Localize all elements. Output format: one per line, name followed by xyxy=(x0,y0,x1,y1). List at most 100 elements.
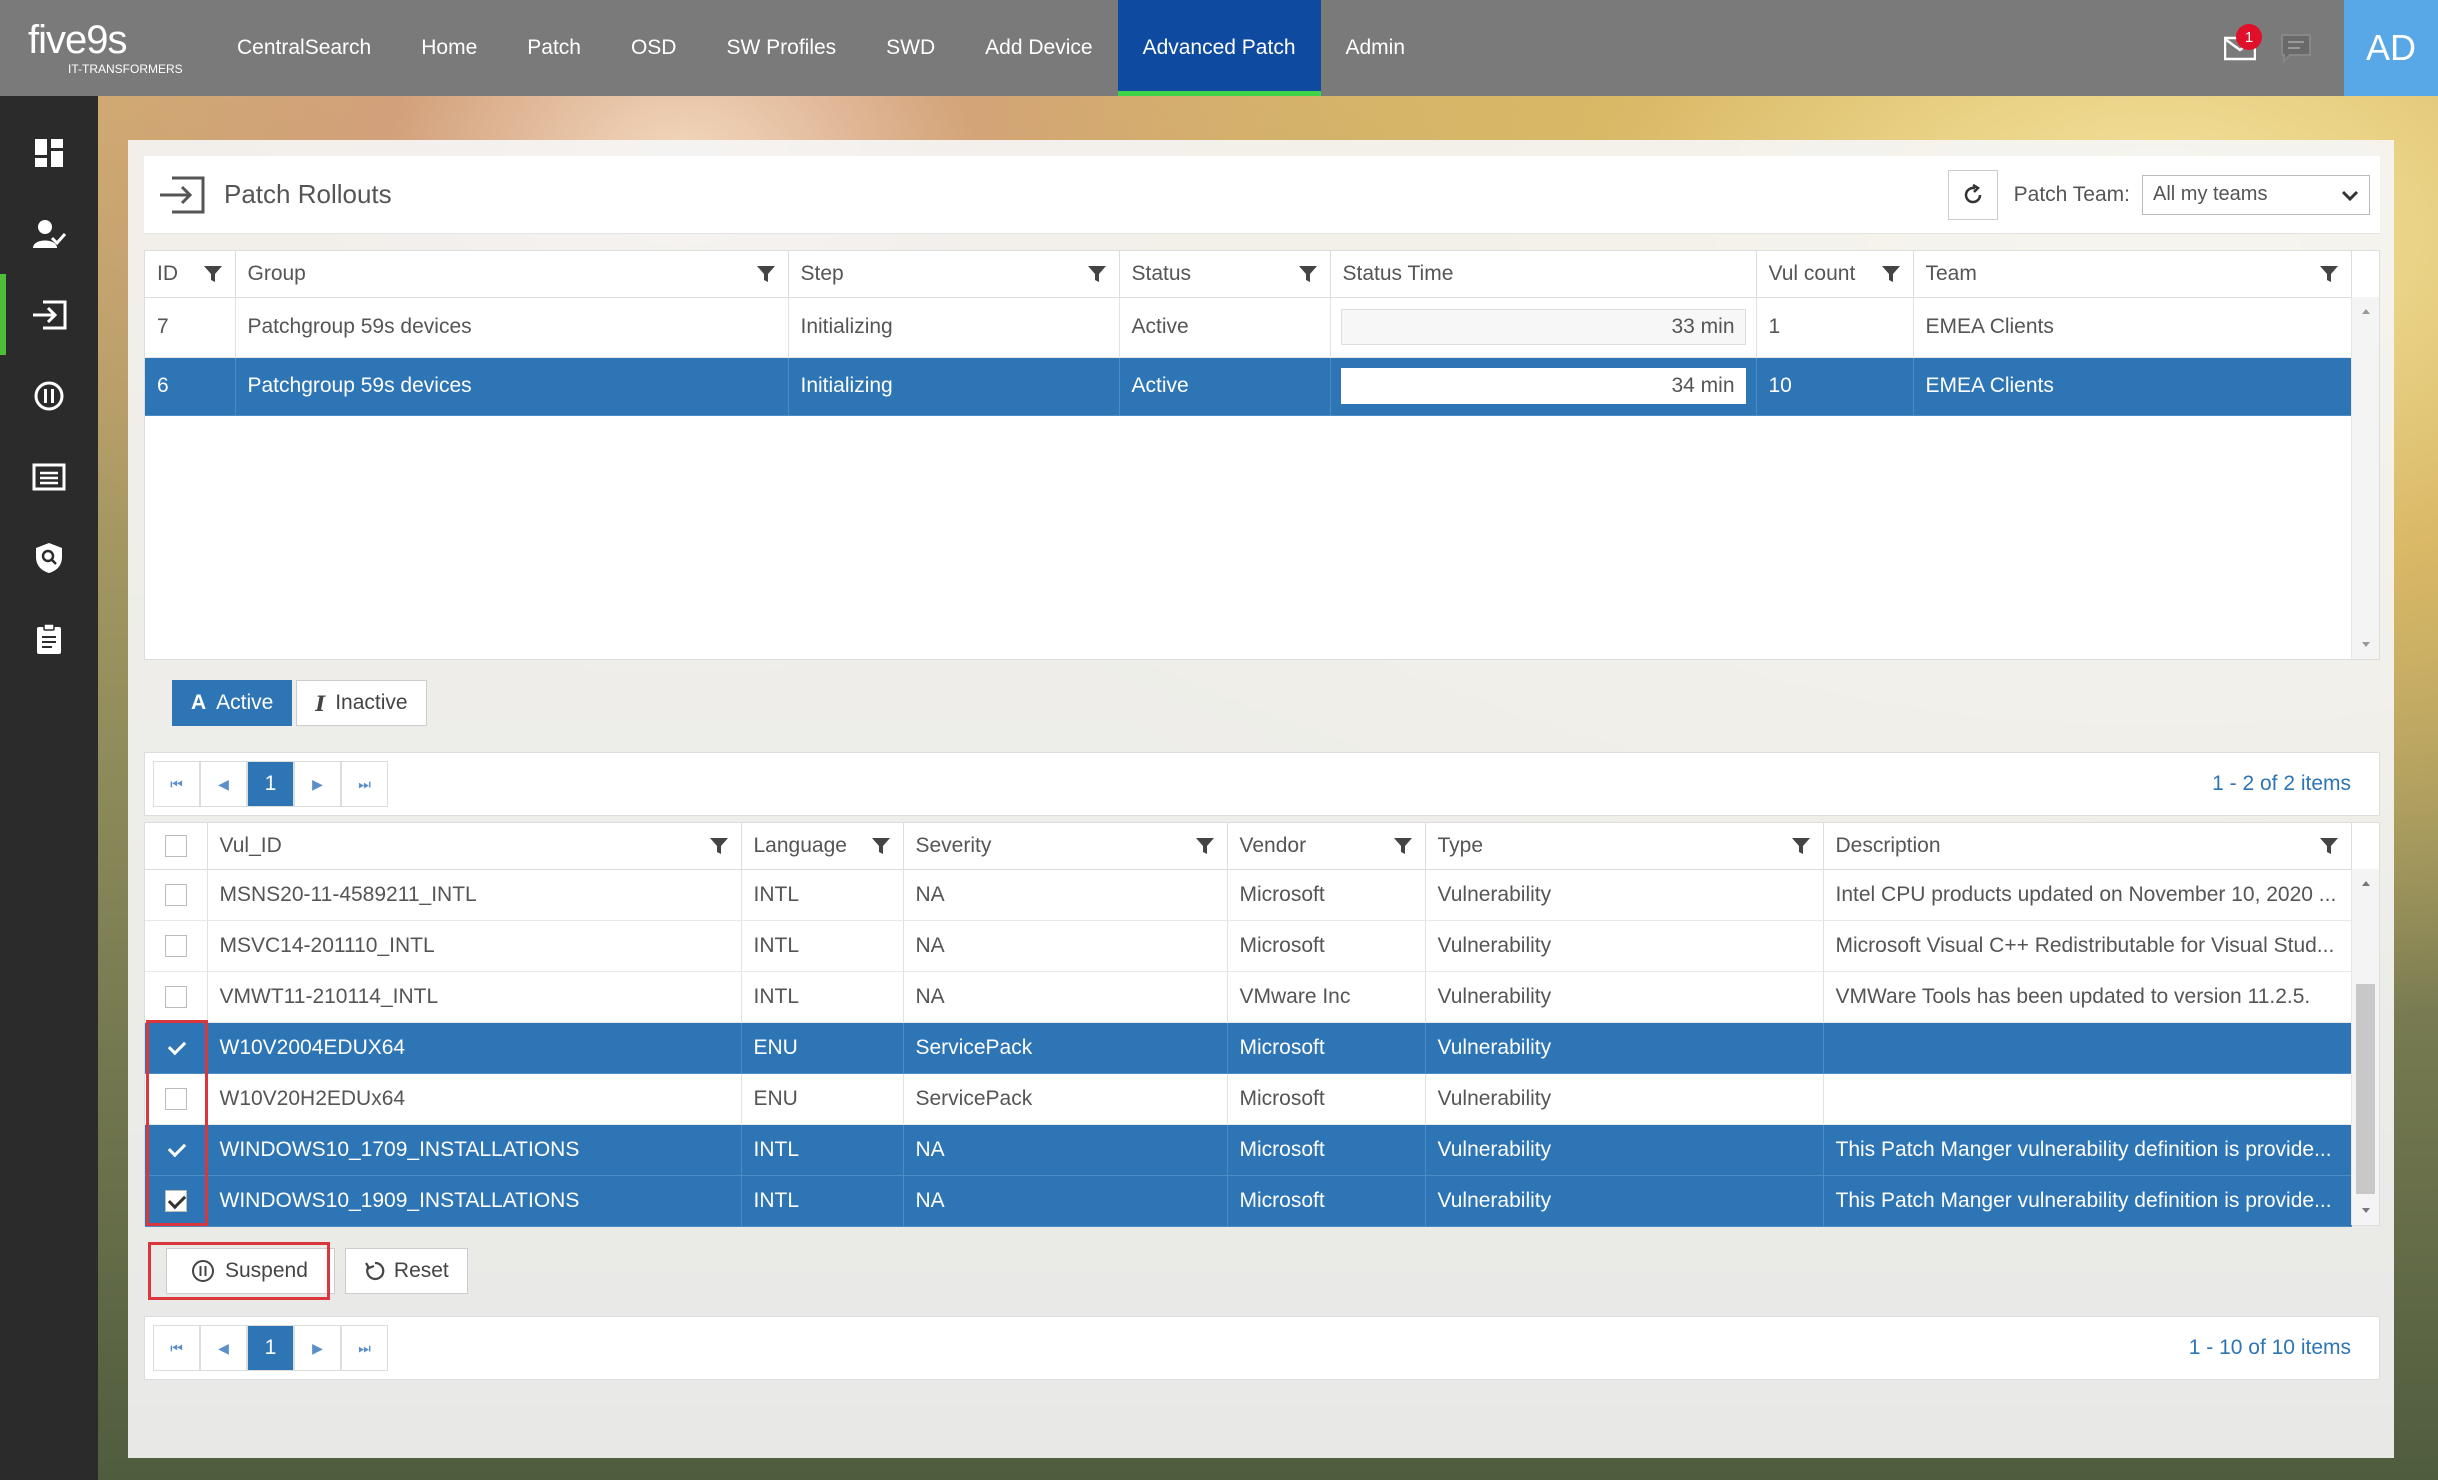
nav-swd[interactable]: SWD xyxy=(861,0,960,96)
cell-group: Patchgroup 59s devices xyxy=(235,297,789,358)
column-header[interactable]: Status xyxy=(1119,251,1331,298)
rollouts-scrollbar[interactable] xyxy=(2351,297,2379,659)
column-header[interactable]: Team xyxy=(1913,251,2352,298)
filter-icon[interactable] xyxy=(2319,264,2339,284)
cell-select[interactable] xyxy=(145,971,208,1023)
cell-id: 6 xyxy=(145,357,236,416)
sidebar-item-dashboard[interactable] xyxy=(0,112,98,193)
select-all-checkbox[interactable] xyxy=(164,834,187,857)
next-page-button[interactable]: ▶ xyxy=(294,761,341,807)
avatar[interactable]: AD xyxy=(2344,0,2438,96)
column-header[interactable]: Step xyxy=(788,251,1120,298)
filter-icon[interactable] xyxy=(1881,264,1901,284)
column-header[interactable]: Type xyxy=(1425,823,1824,870)
filter-icon[interactable] xyxy=(1393,836,1413,856)
rollout-row[interactable]: 6 Patchgroup 59s devices Initializing Activ… xyxy=(145,357,2352,416)
pager-info: 1 - 10 of 10 items xyxy=(2188,1336,2351,1359)
cell-step: Initializing xyxy=(788,357,1120,416)
vulnerabilities-scrollbar[interactable] xyxy=(2351,869,2379,1225)
patch-team-select[interactable]: All my teams xyxy=(2142,174,2370,215)
cell-language: INTL xyxy=(741,971,904,1023)
filter-icon[interactable] xyxy=(1791,836,1811,856)
nav-add-device[interactable]: Add Device xyxy=(960,0,1117,96)
sidebar-item-security[interactable] xyxy=(0,517,98,598)
filter-icon[interactable] xyxy=(1298,264,1318,284)
nav-centralsearch[interactable]: CentralSearch xyxy=(212,0,396,96)
sidebar-item-list[interactable] xyxy=(0,436,98,517)
column-header[interactable]: ID xyxy=(145,251,236,298)
logo[interactable]: five9s IT-TRANSFORMERS xyxy=(0,0,200,96)
vulnerability-row[interactable]: WINDOWS10_1909_INSTALLATIONS INTL NA Micros… xyxy=(145,1175,2352,1227)
scroll-down-icon xyxy=(2362,1208,2370,1213)
rollout-title-icon xyxy=(160,176,205,213)
filter-icon[interactable] xyxy=(709,836,729,856)
column-header[interactable]: Group xyxy=(235,251,789,298)
mail-button[interactable]: 1 xyxy=(2212,0,2268,96)
reset-button[interactable]: Reset xyxy=(344,1248,468,1294)
cell-vendor: Microsoft xyxy=(1227,920,1426,972)
cell-language: INTL xyxy=(741,920,904,972)
first-page-button[interactable]: ⏮ xyxy=(153,1325,200,1371)
vulnerability-row[interactable]: W10V2004EDUX64 ENU ServicePack Microsoft Vul… xyxy=(145,1022,2352,1074)
column-header[interactable]: Vul count xyxy=(1756,251,1914,298)
refresh-button[interactable] xyxy=(1947,169,1998,220)
filter-icon[interactable] xyxy=(203,264,223,284)
prev-page-button[interactable]: ◀ xyxy=(200,1325,247,1371)
filter-icon[interactable] xyxy=(756,264,776,284)
scroll-thumb[interactable] xyxy=(2356,984,2375,1194)
cell-language: ENU xyxy=(741,1073,904,1125)
active-toggle-icon: A xyxy=(191,691,207,714)
chat-button[interactable] xyxy=(2268,0,2324,96)
vulnerability-row[interactable]: VMWT11-210114_INTL INTL NA VMware Inc Vulner… xyxy=(145,971,2352,1023)
suspend-highlight-box xyxy=(148,1242,330,1300)
row-checkbox[interactable] xyxy=(164,985,187,1008)
vulnerability-row[interactable]: MSNS20-11-4589211_INTL INTL NA Microsoft Vul… xyxy=(145,869,2352,921)
cell-type: Vulnerability xyxy=(1425,1073,1824,1125)
sidebar-item-users[interactable] xyxy=(0,193,98,274)
column-header[interactable]: Status Time xyxy=(1330,251,1757,298)
last-page-button[interactable]: ⏭ xyxy=(341,761,388,807)
select-all-header[interactable] xyxy=(145,823,208,870)
cell-select[interactable] xyxy=(145,920,208,972)
vulnerability-row[interactable]: WINDOWS10_1709_INSTALLATIONS INTL NA Micros… xyxy=(145,1124,2352,1176)
rollout-row[interactable]: 7 Patchgroup 59s devices Initializing Activ… xyxy=(145,297,2352,358)
current-page-button[interactable]: 1 xyxy=(247,761,294,807)
active-toggle-button[interactable]: A Active xyxy=(172,680,293,726)
top-bar: five9s IT-TRANSFORMERS CentralSearch Home… xyxy=(0,0,2438,96)
sidebar-item-suspended[interactable] xyxy=(0,355,98,436)
column-header[interactable]: Language xyxy=(741,823,904,870)
main-nav: CentralSearch Home Patch OSD SW Profiles SWD A… xyxy=(212,0,1430,96)
vulnerability-row[interactable]: W10V20H2EDUx64 ENU ServicePack Microsoft Vul… xyxy=(145,1073,2352,1125)
vulnerability-row[interactable]: MSVC14-201110_INTL INTL NA Microsoft Vulnera… xyxy=(145,920,2352,972)
nav-admin[interactable]: Admin xyxy=(1321,0,1431,96)
sidebar-item-rollouts[interactable] xyxy=(0,274,98,355)
filter-icon[interactable] xyxy=(871,836,891,856)
pause-circle-icon xyxy=(34,381,64,410)
nav-advanced-patch[interactable]: Advanced Patch xyxy=(1117,0,1321,96)
inactive-toggle-button[interactable]: I Inactive xyxy=(296,680,427,726)
column-header[interactable]: Vul_ID xyxy=(207,823,742,870)
patch-rollouts-panel: Patch Rollouts Patch Team: All my teams … xyxy=(128,140,2394,1458)
filter-icon[interactable] xyxy=(2319,836,2339,856)
next-page-button[interactable]: ▶ xyxy=(294,1325,341,1371)
filter-icon[interactable] xyxy=(1195,836,1215,856)
column-header[interactable]: Vendor xyxy=(1227,823,1426,870)
row-checkbox[interactable] xyxy=(164,934,187,957)
column-header[interactable]: Severity xyxy=(903,823,1228,870)
first-page-button[interactable]: ⏮ xyxy=(153,761,200,807)
filter-icon[interactable] xyxy=(1087,264,1107,284)
column-header[interactable]: Description xyxy=(1823,823,2352,870)
cell-select[interactable] xyxy=(145,869,208,921)
patch-team-value: All my teams xyxy=(2153,183,2268,205)
nav-sw-profiles[interactable]: SW Profiles xyxy=(701,0,861,96)
sidebar-item-reports[interactable] xyxy=(0,598,98,679)
nav-home[interactable]: Home xyxy=(396,0,502,96)
nav-patch[interactable]: Patch xyxy=(502,0,606,96)
row-checkbox[interactable] xyxy=(164,883,187,906)
nav-osd[interactable]: OSD xyxy=(606,0,702,96)
last-page-button[interactable]: ⏭ xyxy=(341,1325,388,1371)
cell-type: Vulnerability xyxy=(1425,1022,1824,1074)
prev-page-button[interactable]: ◀ xyxy=(200,761,247,807)
refresh-icon xyxy=(1964,183,1981,203)
current-page-button[interactable]: 1 xyxy=(247,1325,294,1371)
